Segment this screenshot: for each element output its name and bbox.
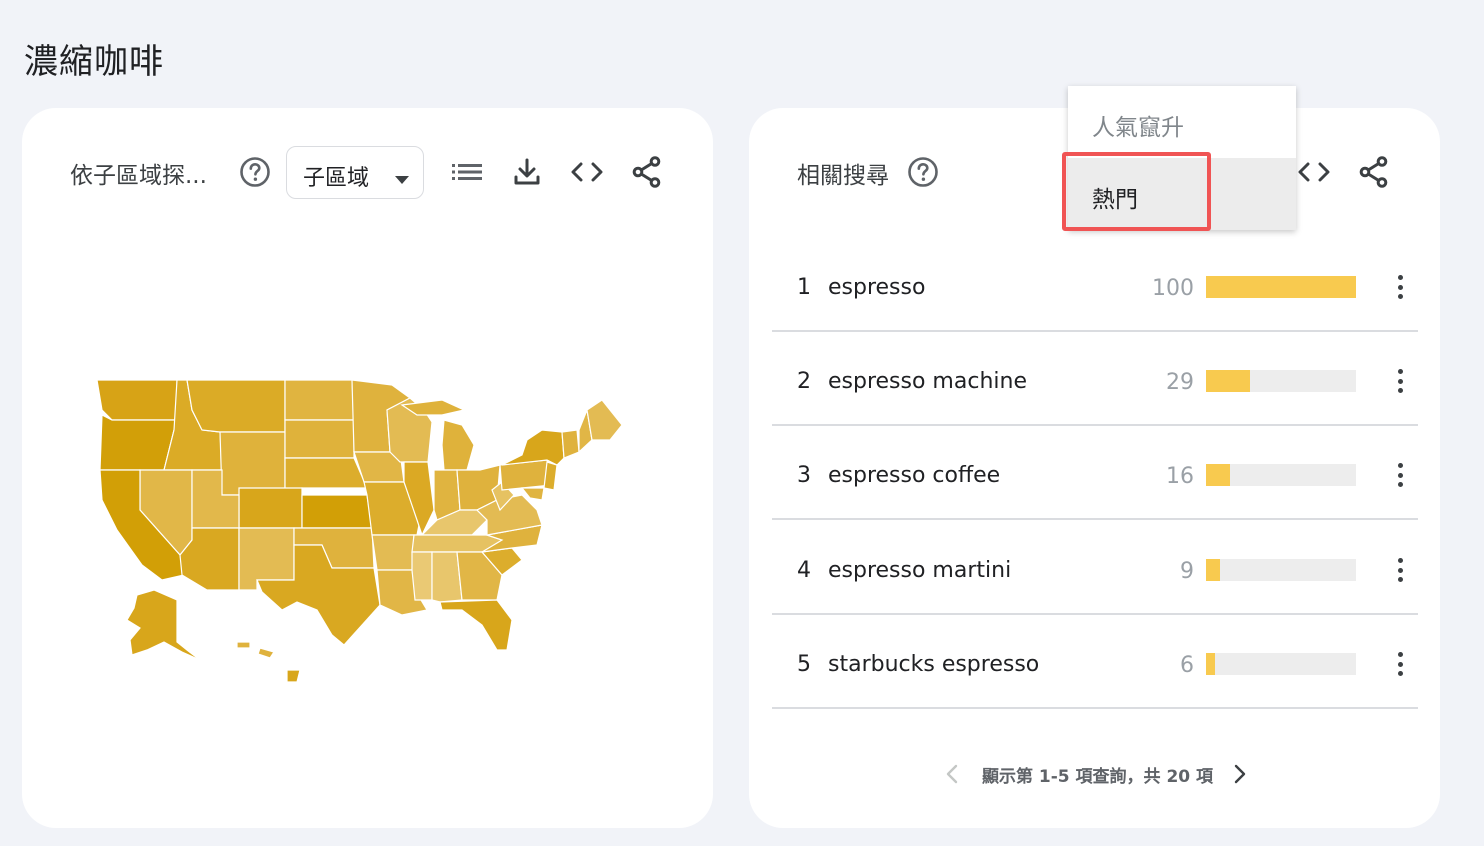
resolution-select-value: 子區域: [303, 166, 370, 191]
row-rank: 5: [797, 652, 811, 677]
more-vert-icon[interactable]: [1390, 272, 1410, 302]
map-region: [411, 551, 433, 601]
row-value: 9: [1180, 559, 1194, 584]
map-region: [543, 461, 558, 491]
row-value: 29: [1166, 370, 1194, 395]
highlight-box: [1062, 152, 1211, 231]
chevron-left-icon[interactable]: [934, 756, 970, 792]
map-region: [238, 487, 303, 529]
map-region: [219, 431, 286, 496]
embed-icon[interactable]: [569, 154, 605, 190]
embed-icon[interactable]: [1296, 154, 1332, 190]
map-region: [586, 399, 623, 441]
map-region: [286, 669, 301, 683]
row-bar-track: [1206, 559, 1356, 581]
map-region: [501, 429, 565, 466]
row-bar-fill: [1206, 653, 1215, 675]
row-value: 100: [1152, 276, 1194, 301]
menu-item-label: 人氣竄升: [1092, 115, 1184, 141]
help-icon[interactable]: [905, 154, 941, 190]
map-region: [301, 494, 373, 529]
share-icon[interactable]: [629, 154, 665, 190]
page-title: 濃縮咖啡: [24, 42, 164, 82]
map-region: [126, 589, 201, 661]
row-bar-track: [1206, 370, 1356, 392]
more-vert-icon[interactable]: [1390, 649, 1410, 679]
map-region: [284, 379, 355, 421]
more-vert-icon[interactable]: [1390, 460, 1410, 490]
row-bar-track: [1206, 276, 1356, 298]
caret-down-icon: [395, 169, 409, 188]
row-bar-fill: [1206, 559, 1220, 581]
row-term[interactable]: espresso martini: [828, 558, 1011, 583]
row-term[interactable]: espresso: [828, 275, 925, 300]
row-bar-fill: [1206, 276, 1356, 298]
list-icon[interactable]: [449, 154, 485, 190]
related-queries-title: 相關搜尋: [797, 163, 889, 189]
row-term[interactable]: espresso machine: [828, 369, 1027, 394]
table-row[interactable]: 1 espresso 100: [772, 238, 1418, 332]
map-region: [371, 534, 415, 571]
download-icon[interactable]: [509, 154, 545, 190]
region-card-title: 依子區域探...: [70, 163, 207, 189]
map-region: [257, 647, 275, 659]
row-bar-track: [1206, 464, 1356, 486]
row-value: 6: [1180, 653, 1194, 678]
map-region: [561, 429, 580, 459]
help-icon[interactable]: [237, 154, 273, 190]
map-region: [96, 379, 178, 421]
row-rank: 3: [797, 463, 811, 488]
row-value: 16: [1166, 464, 1194, 489]
row-bar-track: [1206, 653, 1356, 675]
row-term[interactable]: espresso coffee: [828, 463, 1000, 488]
table-row[interactable]: 5 starbucks espresso 6: [772, 615, 1418, 709]
share-icon[interactable]: [1356, 154, 1392, 190]
row-rank: 1: [797, 275, 811, 300]
row-bar-fill: [1206, 370, 1250, 392]
menu-item-rising[interactable]: 人氣竄升: [1068, 86, 1296, 158]
table-row[interactable]: 4 espresso martini 9: [772, 521, 1418, 615]
map-region: [186, 379, 286, 433]
table-row[interactable]: 3 espresso coffee 16: [772, 426, 1418, 520]
resolution-select[interactable]: 子區域: [286, 146, 424, 199]
row-term[interactable]: starbucks espresso: [828, 652, 1039, 677]
map-region: [236, 641, 251, 649]
map-region: [439, 599, 513, 651]
map-region: [284, 419, 355, 459]
row-rank: 2: [797, 369, 811, 394]
more-vert-icon[interactable]: [1390, 555, 1410, 585]
more-vert-icon[interactable]: [1390, 366, 1410, 396]
row-bar-fill: [1206, 464, 1230, 486]
pagination-label: 顯示第 1-5 項查詢，共 20 項: [982, 767, 1214, 787]
us-subregion-map[interactable]: [82, 370, 627, 694]
chevron-right-icon[interactable]: [1222, 756, 1258, 792]
table-row[interactable]: 2 espresso machine 29: [772, 332, 1418, 426]
row-rank: 4: [797, 558, 811, 583]
map-region: [441, 419, 475, 471]
